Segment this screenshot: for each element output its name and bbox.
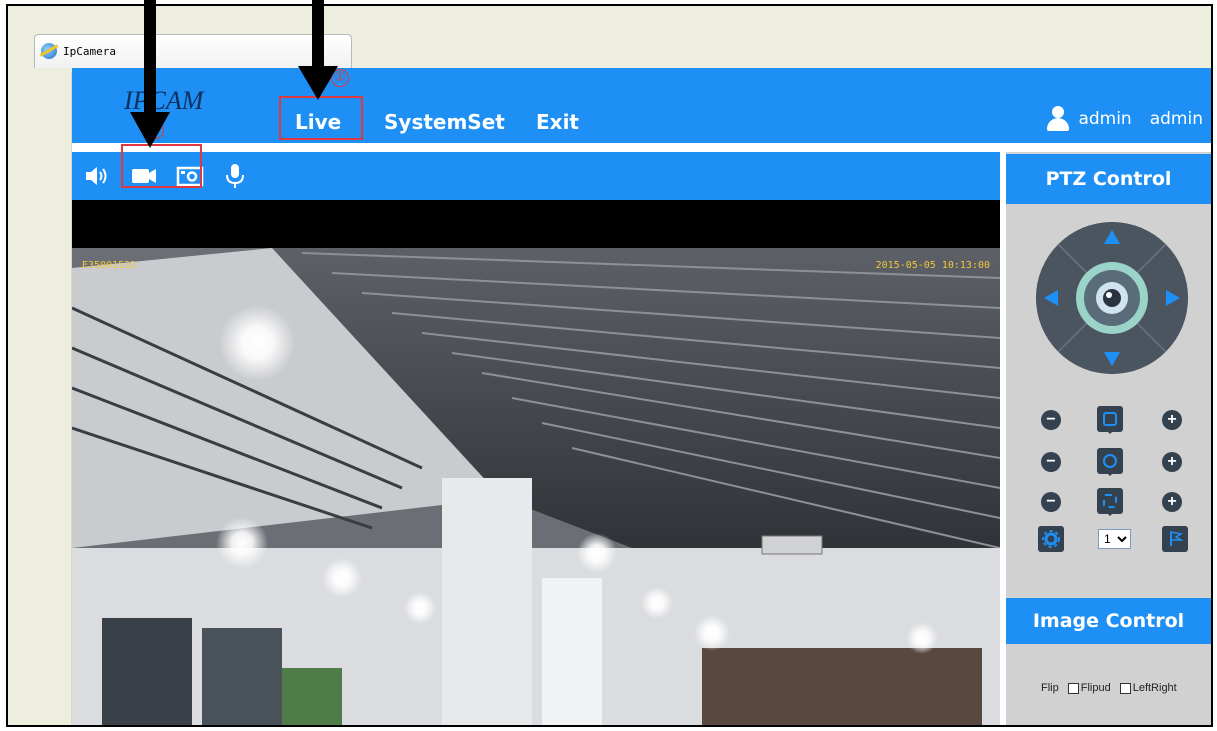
side-panel: PTZ Control − + − + − + 1 Image Control … [1006, 152, 1211, 725]
osd-timestamp: 2015-05-05 10:13:00 [875, 260, 990, 271]
annotation-box-tools [121, 144, 202, 188]
video-stream[interactable]: E35001532 2015-05-05 10:13:00 [72, 248, 1000, 725]
focus-in-button[interactable]: + [1162, 452, 1182, 472]
flipud-label: Flipud [1080, 682, 1111, 694]
leftright-option[interactable]: LeftRight [1119, 682, 1177, 694]
flag-icon[interactable] [1162, 526, 1188, 552]
nav-systemset[interactable]: SystemSet [384, 110, 505, 134]
tab-title: IpCamera [63, 45, 116, 58]
image-control-title: Image Control [1006, 598, 1211, 644]
screenshot-frame: IpCamera IPCAM Live SystemSet Exit admin… [6, 4, 1213, 727]
flip-label: Flip [1041, 682, 1059, 694]
ie-icon [41, 43, 57, 59]
live-toolbar [72, 152, 1000, 200]
ptz-focus-row: − + [1034, 448, 1194, 476]
gear-icon[interactable] [1038, 526, 1064, 552]
focus-icon [1097, 448, 1123, 476]
iris-icon [1097, 488, 1123, 516]
flipud-checkbox[interactable] [1067, 682, 1079, 694]
ptz-iris-row: − + [1034, 488, 1194, 516]
user-role: admin [1149, 109, 1203, 129]
user-name: admin [1078, 109, 1132, 129]
user-box: admin admin [1046, 104, 1203, 134]
user-icon [1046, 106, 1070, 132]
browser-chrome: IpCamera [8, 6, 1211, 72]
ptz-control-title: PTZ Control [1006, 154, 1211, 204]
ptz-zoom-row: − + [1034, 406, 1194, 434]
osd-camera-id: E35001532 [82, 260, 137, 271]
video-frame-image [72, 248, 1000, 725]
video-letterbox [72, 200, 1000, 248]
focus-out-button[interactable]: − [1041, 452, 1061, 472]
zoom-in-button[interactable]: + [1162, 410, 1182, 430]
iris-close-button[interactable]: − [1041, 492, 1061, 512]
annotation-arrow-1 [298, 0, 338, 100]
flip-row: Flip Flipud LeftRight [1041, 682, 1177, 694]
preset-select[interactable]: 1 [1098, 529, 1131, 549]
microphone-icon[interactable] [220, 161, 250, 191]
annotation-arrow-2 [130, 0, 170, 148]
leftright-label: LeftRight [1132, 682, 1177, 694]
iris-open-button[interactable]: + [1162, 492, 1182, 512]
ptz-preset-row: 1 [1034, 526, 1194, 556]
leftright-checkbox[interactable] [1119, 682, 1131, 694]
annotation-box-live [279, 96, 363, 140]
zoom-icon [1097, 406, 1123, 434]
page-gutter [8, 72, 72, 725]
app-header: IPCAM Live SystemSet Exit admin admin [72, 68, 1211, 143]
ptz-direction-wheel[interactable] [1036, 222, 1188, 374]
speaker-icon[interactable] [82, 161, 112, 191]
nav-exit[interactable]: Exit [536, 110, 579, 134]
zoom-out-button[interactable]: − [1041, 410, 1061, 430]
flipud-option[interactable]: Flipud [1067, 682, 1111, 694]
